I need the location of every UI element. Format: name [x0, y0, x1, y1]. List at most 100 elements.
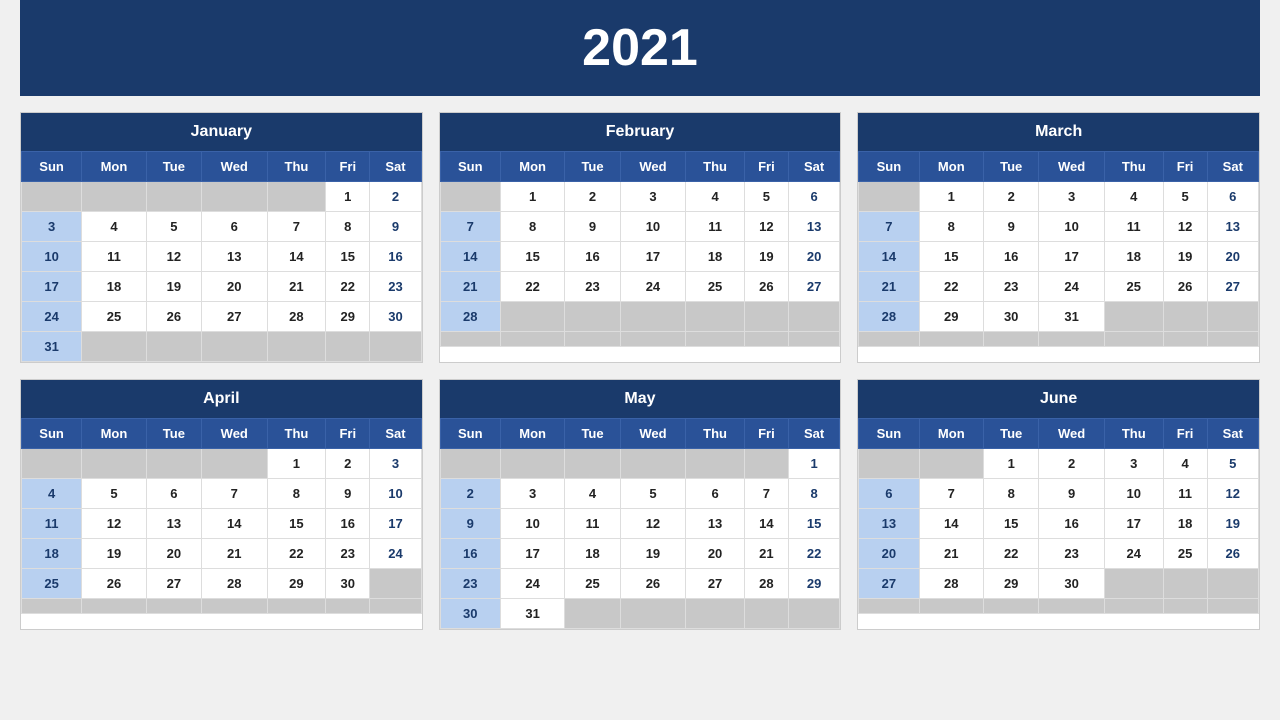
cal-day: 17	[370, 509, 421, 539]
cal-table: SunMonTueWedThuFriSat1234567891011121314…	[858, 151, 1259, 347]
cal-day: 9	[984, 212, 1039, 242]
cal-day: 13	[859, 509, 919, 539]
cal-day: 21	[919, 539, 984, 569]
day-header: Tue	[565, 152, 620, 182]
cal-day: 4	[565, 479, 620, 509]
cal-day: 25	[1104, 272, 1163, 302]
cal-day: 22	[984, 539, 1039, 569]
cal-day	[326, 332, 370, 362]
cal-day: 24	[620, 272, 686, 302]
cal-day: 23	[565, 272, 620, 302]
day-header: Fri	[326, 152, 370, 182]
cal-day	[1207, 332, 1258, 347]
cal-day: 10	[22, 242, 82, 272]
cal-day	[686, 449, 745, 479]
cal-day	[82, 332, 147, 362]
cal-day: 16	[440, 539, 500, 569]
month-title: January	[21, 113, 422, 151]
cal-day: 29	[267, 569, 326, 599]
cal-day: 14	[440, 242, 500, 272]
day-header: Sun	[440, 419, 500, 449]
cal-day: 26	[744, 272, 788, 302]
cal-day: 16	[370, 242, 421, 272]
cal-day	[1104, 569, 1163, 599]
page-wrapper: 2021 JanuarySunMonTueWedThuFriSat1234567…	[0, 0, 1280, 646]
day-header: Tue	[146, 152, 201, 182]
cal-day: 12	[620, 509, 686, 539]
day-header: Sat	[1207, 419, 1258, 449]
day-header: Wed	[1039, 152, 1105, 182]
cal-day: 30	[326, 569, 370, 599]
cal-day	[620, 599, 686, 629]
cal-day: 18	[22, 539, 82, 569]
cal-day: 8	[267, 479, 326, 509]
day-header: Tue	[146, 419, 201, 449]
cal-day: 3	[370, 449, 421, 479]
cal-day	[859, 599, 919, 614]
cal-day: 26	[82, 569, 147, 599]
cal-day: 2	[370, 182, 421, 212]
cal-day: 19	[620, 539, 686, 569]
day-header: Sun	[22, 419, 82, 449]
cal-day	[1207, 569, 1258, 599]
cal-day: 14	[859, 242, 919, 272]
cal-day: 15	[919, 242, 984, 272]
cal-day: 31	[500, 599, 565, 629]
cal-day	[202, 332, 268, 362]
cal-day	[788, 599, 839, 629]
day-header: Fri	[1163, 152, 1207, 182]
cal-day: 6	[686, 479, 745, 509]
cal-day: 26	[1207, 539, 1258, 569]
day-header: Thu	[267, 152, 326, 182]
day-header: Wed	[202, 419, 268, 449]
cal-day: 12	[146, 242, 201, 272]
cal-day: 13	[202, 242, 268, 272]
month-title: March	[858, 113, 1259, 151]
month-calendar-june: JuneSunMonTueWedThuFriSat123456789101112…	[857, 379, 1260, 630]
day-header: Sat	[1207, 152, 1258, 182]
cal-day: 16	[565, 242, 620, 272]
cal-day	[788, 302, 839, 332]
cal-day: 7	[859, 212, 919, 242]
cal-day: 19	[1207, 509, 1258, 539]
cal-day: 21	[744, 539, 788, 569]
cal-day: 11	[1163, 479, 1207, 509]
cal-day: 24	[500, 569, 565, 599]
cal-day: 24	[370, 539, 421, 569]
day-header: Fri	[744, 419, 788, 449]
cal-day	[620, 449, 686, 479]
cal-day: 4	[22, 479, 82, 509]
cal-day: 11	[82, 242, 147, 272]
cal-day: 23	[370, 272, 421, 302]
cal-table: SunMonTueWedThuFriSat1234567891011121314…	[440, 418, 841, 629]
cal-day: 26	[146, 302, 201, 332]
cal-day: 4	[1163, 449, 1207, 479]
cal-day: 14	[919, 509, 984, 539]
cal-day: 9	[440, 509, 500, 539]
cal-day: 13	[146, 509, 201, 539]
cal-day	[620, 332, 686, 347]
cal-day	[22, 449, 82, 479]
day-header: Tue	[984, 152, 1039, 182]
month-calendar-february: FebruarySunMonTueWedThuFriSat12345678910…	[439, 112, 842, 363]
cal-day: 28	[919, 569, 984, 599]
cal-day: 27	[686, 569, 745, 599]
cal-day: 7	[202, 479, 268, 509]
cal-day: 13	[1207, 212, 1258, 242]
day-header: Thu	[267, 419, 326, 449]
cal-day: 27	[146, 569, 201, 599]
cal-day	[1104, 599, 1163, 614]
cal-day: 17	[620, 242, 686, 272]
cal-day: 11	[22, 509, 82, 539]
cal-day: 8	[500, 212, 565, 242]
cal-day: 25	[22, 569, 82, 599]
cal-day	[82, 599, 147, 614]
cal-day: 28	[440, 302, 500, 332]
cal-day	[202, 182, 268, 212]
day-header: Mon	[82, 419, 147, 449]
cal-day: 3	[500, 479, 565, 509]
cal-day: 1	[326, 182, 370, 212]
cal-day: 19	[146, 272, 201, 302]
cal-day: 1	[267, 449, 326, 479]
cal-day	[82, 449, 147, 479]
